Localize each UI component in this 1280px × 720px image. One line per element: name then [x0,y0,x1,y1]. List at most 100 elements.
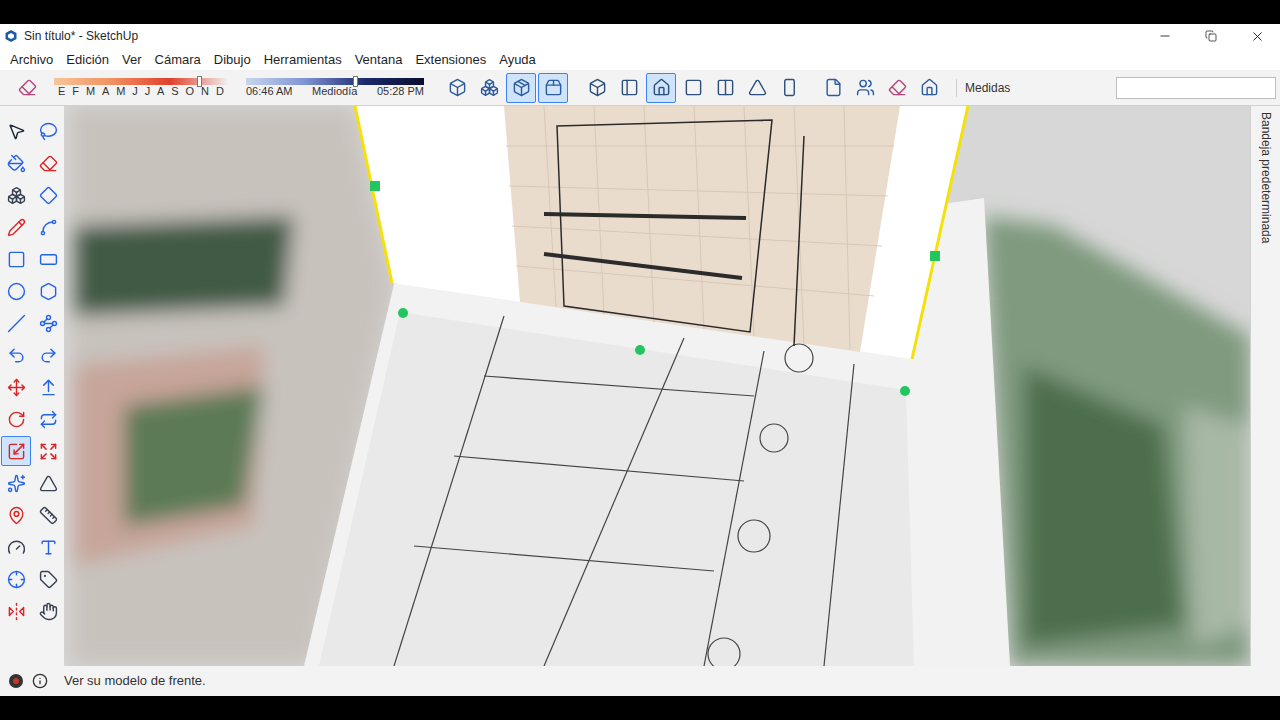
measurements-field[interactable] [1116,77,1276,99]
tool-button[interactable] [33,532,63,562]
tool-button-icon [39,250,58,269]
tool-button[interactable] [1,180,31,210]
menu-item[interactable]: Ventana [355,53,403,66]
measurements-label: Medidas [956,79,1010,97]
tool-button[interactable] [1,308,31,338]
menu-item[interactable]: Ayuda [499,53,536,66]
close-icon [1250,29,1265,44]
tool-button[interactable] [33,372,63,402]
tool-button[interactable] [1,244,31,274]
month-label: O [186,86,195,97]
tool-button-icon [7,378,26,397]
tool-button[interactable] [33,244,63,274]
tool-button[interactable] [1,596,31,626]
default-tray[interactable]: Bandeja predeterminada [1250,106,1280,666]
standard-view-button[interactable] [678,73,708,103]
tool-button-icon [39,474,58,493]
standard-view-button[interactable] [742,73,772,103]
tool-button[interactable] [33,148,63,178]
tool-button[interactable] [1,532,31,562]
standard-view-button[interactable] [614,73,644,103]
tool-button-icon [39,506,58,525]
extra-tool-button-icon [856,78,875,97]
menu-item[interactable]: Ver [122,53,142,66]
tool-button[interactable] [33,180,63,210]
tool-button[interactable] [33,468,63,498]
tool-button[interactable] [1,564,31,594]
tool-button[interactable] [33,404,63,434]
tool-button[interactable] [1,500,31,530]
face-style-button[interactable] [474,73,504,103]
tool-button[interactable] [1,116,31,146]
tool-button[interactable] [33,436,63,466]
tool-button[interactable] [1,404,31,434]
tool-button-icon [7,410,26,429]
tool-button[interactable] [33,340,63,370]
menu-item[interactable]: Edición [66,53,109,66]
month-label: A [157,86,164,97]
extra-tool-button-icon [824,78,843,97]
tool-button[interactable] [33,500,63,530]
menu-item[interactable]: Herramientas [264,53,342,66]
menu-item[interactable]: Extensiones [415,53,486,66]
month-slider[interactable]: EFMAMJJASOND [54,78,228,97]
tool-button-icon [39,154,58,173]
restore-button[interactable] [1188,24,1234,48]
face-style-button-icon [448,78,467,97]
tool-button[interactable] [33,116,63,146]
tool-button[interactable] [1,436,31,466]
tool-button[interactable] [1,148,31,178]
title-bar: Sin título* - SketchUp [0,24,1280,48]
tool-button-icon [7,602,26,621]
extra-tool-button[interactable] [818,73,848,103]
menu-item[interactable]: Archivo [10,53,53,66]
tool-button[interactable] [1,212,31,242]
tool-button[interactable] [33,276,63,306]
extra-tool-button-icon [888,78,907,97]
month-label: E [58,86,65,97]
month-slider-thumb[interactable] [197,76,202,87]
style-eraser-button-icon [18,78,37,97]
toolbar: EFMAMJJASOND06:46 AMMediodía05:28 PMMedi… [0,70,1280,106]
tool-button[interactable] [1,340,31,370]
standard-view-button-icon [652,78,671,97]
tool-button-icon [39,314,58,333]
info-icon[interactable] [32,673,48,689]
standard-view-button-icon [620,78,639,97]
viewport[interactable] [64,106,1250,666]
tool-button[interactable] [33,212,63,242]
tool-button[interactable] [1,468,31,498]
standard-view-button[interactable] [774,73,804,103]
month-label: J [132,86,138,97]
tool-button-icon [39,282,58,301]
close-button[interactable] [1234,24,1280,48]
extra-tool-button[interactable] [882,73,912,103]
standard-view-button[interactable] [646,73,676,103]
menu-item[interactable]: Dibujo [214,53,251,66]
tool-button-icon [39,570,58,589]
minimize-button[interactable] [1142,24,1188,48]
geolocation-icon[interactable] [8,673,24,689]
extra-tool-button[interactable] [914,73,944,103]
standard-view-button-icon [716,78,735,97]
face-style-button[interactable] [506,73,536,103]
style-eraser-button[interactable] [12,73,42,103]
face-style-button[interactable] [538,73,568,103]
time-slider-thumb[interactable] [353,76,358,87]
tool-button[interactable] [1,372,31,402]
tray-title: Bandeja predeterminada [1260,112,1272,666]
tool-button[interactable] [33,308,63,338]
tool-button-icon [39,442,58,461]
window-title: Sin título* - SketchUp [24,27,138,45]
restore-icon [1205,30,1217,42]
extra-tool-button[interactable] [850,73,880,103]
tool-button[interactable] [33,596,63,626]
time-slider[interactable]: 06:46 AMMediodía05:28 PM [246,78,424,97]
face-style-button[interactable] [442,73,472,103]
standard-view-button[interactable] [582,73,612,103]
tool-button[interactable] [33,564,63,594]
menu-item[interactable]: Cámara [155,53,201,66]
tool-button[interactable] [1,276,31,306]
standard-view-button[interactable] [710,73,740,103]
tool-button-icon [7,538,26,557]
